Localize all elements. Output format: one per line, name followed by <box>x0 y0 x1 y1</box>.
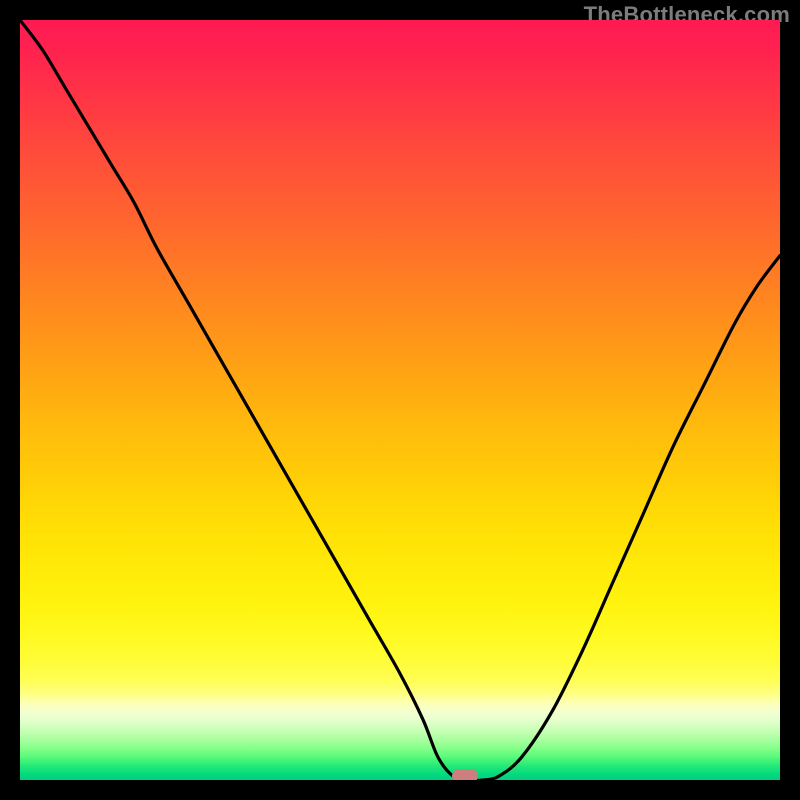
bottleneck-curve <box>20 20 780 780</box>
curve-svg <box>20 20 780 780</box>
plot-area <box>20 20 780 780</box>
chart-stage: TheBottleneck.com <box>0 0 800 800</box>
optimum-marker <box>452 769 478 780</box>
